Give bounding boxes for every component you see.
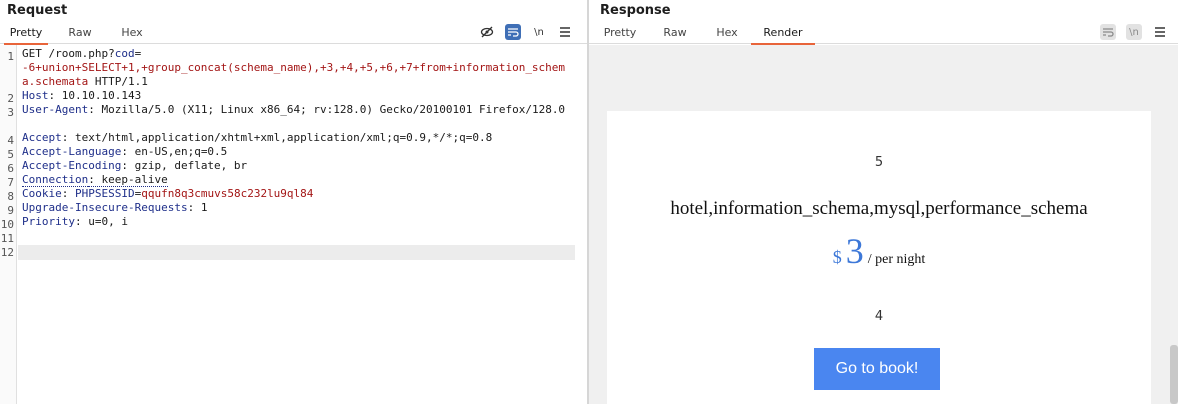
header-line: User-Agent: Mozilla/5.0 (X11; Linux x86_… bbox=[22, 103, 577, 131]
header-line: Host: 10.10.10.143 bbox=[22, 89, 577, 103]
header-key: Priority bbox=[22, 215, 75, 228]
header-line: Accept: text/html,application/xhtml+xml,… bbox=[22, 131, 577, 145]
header-key: Host bbox=[22, 89, 49, 102]
line-number: 5 bbox=[7, 148, 14, 161]
query-param-eq: = bbox=[134, 47, 142, 60]
response-toolbar: \n bbox=[1100, 23, 1168, 41]
menu-icon[interactable] bbox=[557, 24, 573, 40]
response-tabs: Pretty Raw Hex Render bbox=[589, 24, 1178, 45]
tab-raw[interactable]: Raw bbox=[655, 25, 695, 44]
response-pane: Response Pretty Raw Hex Render \n 5 hote… bbox=[589, 0, 1178, 404]
room-number-bottom: 4 bbox=[874, 309, 884, 324]
current-line-highlight bbox=[18, 245, 575, 260]
header-value: : 10.10.10.143 bbox=[48, 89, 142, 102]
header-value: : en-US,en;q=0.5 bbox=[121, 145, 228, 158]
line-number: 7 bbox=[7, 176, 14, 189]
header-key: Accept-Encoding bbox=[22, 159, 122, 172]
price-amount: 3 bbox=[845, 231, 864, 271]
header-key: Upgrade-Insecure-Requests bbox=[22, 201, 188, 214]
header-line: Accept-Encoding: gzip, deflate, br bbox=[22, 159, 577, 173]
tab-pretty[interactable]: Pretty bbox=[4, 25, 48, 45]
hide-icon[interactable] bbox=[479, 24, 495, 40]
request-method-path: GET /room.php? bbox=[22, 47, 115, 60]
wrap-icon[interactable] bbox=[1100, 24, 1116, 40]
header-value: : gzip, deflate, br bbox=[121, 159, 248, 172]
request-toolbar: \n bbox=[479, 23, 573, 41]
line-number: 1 bbox=[7, 50, 14, 63]
tab-hex[interactable]: Hex bbox=[112, 25, 152, 44]
wrap-icon[interactable] bbox=[505, 24, 521, 40]
http-protocol: HTTP/1.1 bbox=[88, 75, 148, 88]
request-editor[interactable]: 1 2 3 4 5 6 7 8 9 10 11 12 GET /room.php… bbox=[0, 45, 587, 404]
menu-icon[interactable] bbox=[1152, 24, 1168, 40]
request-code[interactable]: GET /room.php?cod= -6+union+SELECT+1,+gro… bbox=[22, 47, 577, 229]
request-line: GET /room.php?cod= -6+union+SELECT+1,+gro… bbox=[22, 47, 577, 89]
line-number: 6 bbox=[7, 162, 14, 175]
header-value: : u=0, i bbox=[74, 215, 128, 228]
tab-raw[interactable]: Raw bbox=[60, 25, 100, 44]
room-price: $ 3 / per night bbox=[607, 230, 1151, 272]
header-line: Accept-Language: en-US,en;q=0.5 bbox=[22, 145, 577, 159]
tab-hex[interactable]: Hex bbox=[707, 25, 747, 44]
line-gutter: 1 2 3 4 5 6 7 8 9 10 11 12 bbox=[0, 45, 17, 404]
line-number: 4 bbox=[7, 134, 14, 147]
line-number: 10 bbox=[0, 218, 14, 231]
cookie-value: qqufn8q3cmuvs58c232lu9ql84 bbox=[141, 187, 314, 200]
tab-pretty[interactable]: Pretty bbox=[595, 25, 645, 44]
header-value: : Mozilla/5.0 (X11; Linux x86_64; rv:128… bbox=[88, 103, 566, 116]
line-number: 8 bbox=[7, 190, 14, 203]
header-line: Connection: keep-alive bbox=[22, 173, 577, 187]
price-currency: $ bbox=[832, 247, 842, 267]
price-unit: / per night bbox=[867, 252, 926, 267]
request-pane: Request Pretty Raw Hex \n 1 2 3 4 5 6 7 … bbox=[0, 0, 587, 404]
header-line: Upgrade-Insecure-Requests: 1 bbox=[22, 201, 577, 215]
room-number-top: 5 bbox=[874, 155, 884, 170]
line-number: 2 bbox=[7, 92, 14, 105]
header-line: Cookie: PHPSESSID=qqufn8q3cmuvs58c232lu9… bbox=[22, 187, 577, 201]
response-title: Response bbox=[600, 3, 671, 18]
room-card: 5 hotel,information_schema,mysql,perform… bbox=[607, 111, 1151, 404]
line-number: 9 bbox=[7, 204, 14, 217]
header-key: Accept bbox=[22, 131, 62, 144]
line-number: 11 bbox=[0, 232, 14, 245]
book-button[interactable]: Go to book! bbox=[814, 348, 940, 390]
header-value: : keep-alive bbox=[88, 173, 168, 187]
render-view[interactable]: 5 hotel,information_schema,mysql,perform… bbox=[589, 45, 1178, 404]
header-key: Cookie bbox=[22, 187, 62, 200]
header-key: Connection bbox=[22, 173, 89, 187]
header-key: User-Agent bbox=[22, 103, 89, 116]
header-sep: : bbox=[61, 187, 75, 200]
scrollbar-thumb[interactable] bbox=[1170, 345, 1178, 404]
newline-icon[interactable]: \n bbox=[531, 24, 547, 40]
header-key: Accept-Language bbox=[22, 145, 122, 158]
room-title: hotel,information_schema,mysql,performan… bbox=[670, 198, 1088, 219]
cookie-name: PHPSESSID bbox=[75, 187, 135, 200]
header-value: : text/html,application/xhtml+xml,applic… bbox=[61, 131, 493, 144]
tab-render[interactable]: Render bbox=[751, 25, 815, 45]
request-title: Request bbox=[7, 3, 68, 18]
header-line: Priority: u=0, i bbox=[22, 215, 577, 229]
line-number: 12 bbox=[0, 246, 14, 259]
header-value: : 1 bbox=[187, 201, 208, 214]
line-number: 3 bbox=[7, 106, 14, 119]
newline-icon[interactable]: \n bbox=[1126, 24, 1142, 40]
query-param-name: cod bbox=[114, 47, 135, 60]
